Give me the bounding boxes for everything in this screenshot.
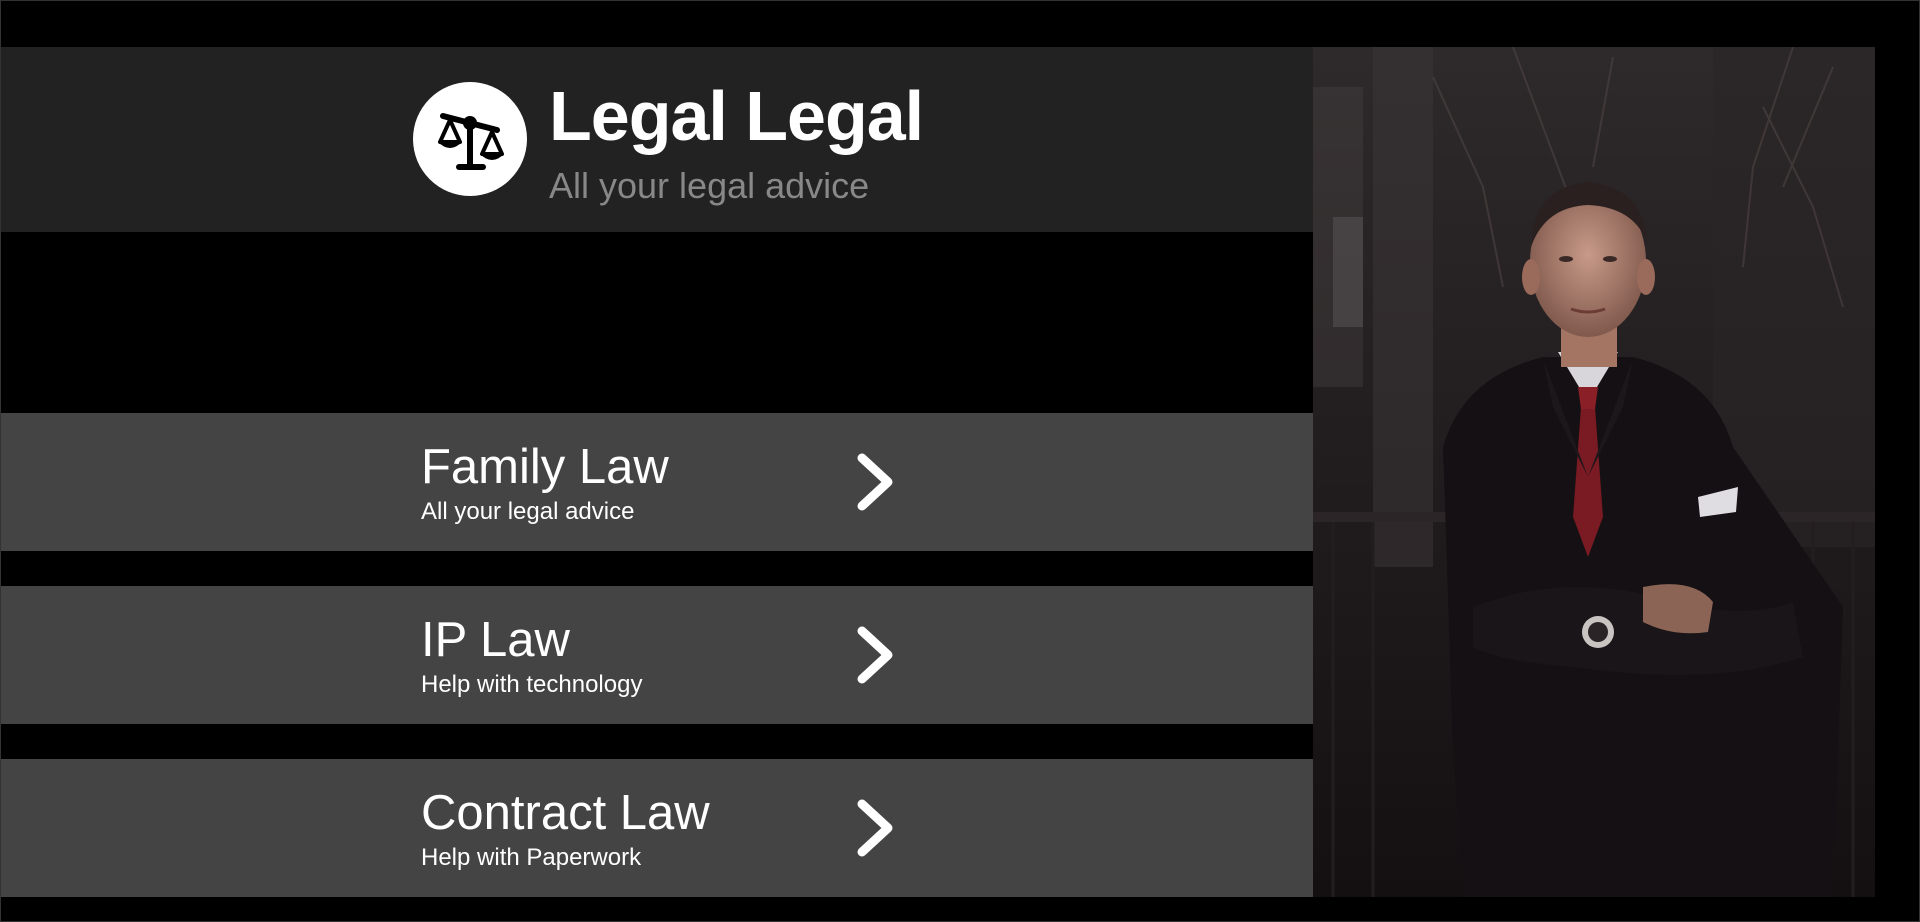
service-family-law[interactable]: Family Law All your legal advice: [0, 413, 1313, 551]
service-title: Family Law: [421, 440, 669, 494]
service-ip-law[interactable]: IP Law Help with technology: [0, 586, 1313, 724]
service-subtitle: Help with Paperwork: [421, 844, 642, 871]
page: Legal Legal All your legal advice Family…: [0, 0, 1920, 922]
service-subtitle: All your legal advice: [421, 498, 635, 525]
brand-title: Legal Legal: [549, 77, 924, 155]
logo[interactable]: [413, 82, 527, 196]
service-title: IP Law: [421, 613, 570, 667]
chevron-right-icon[interactable]: [850, 623, 900, 687]
scales-of-justice-icon: [438, 113, 504, 170]
service-subtitle: Help with technology: [421, 671, 643, 698]
brand-subtitle: All your legal advice: [549, 165, 870, 206]
man-in-suit-photo: [1313, 47, 1875, 897]
service-title: Contract Law: [421, 786, 710, 840]
chevron-right-icon[interactable]: [850, 796, 900, 860]
service-contract-law[interactable]: Contract Law Help with Paperwork: [0, 759, 1313, 897]
chevron-right-icon[interactable]: [850, 450, 900, 514]
